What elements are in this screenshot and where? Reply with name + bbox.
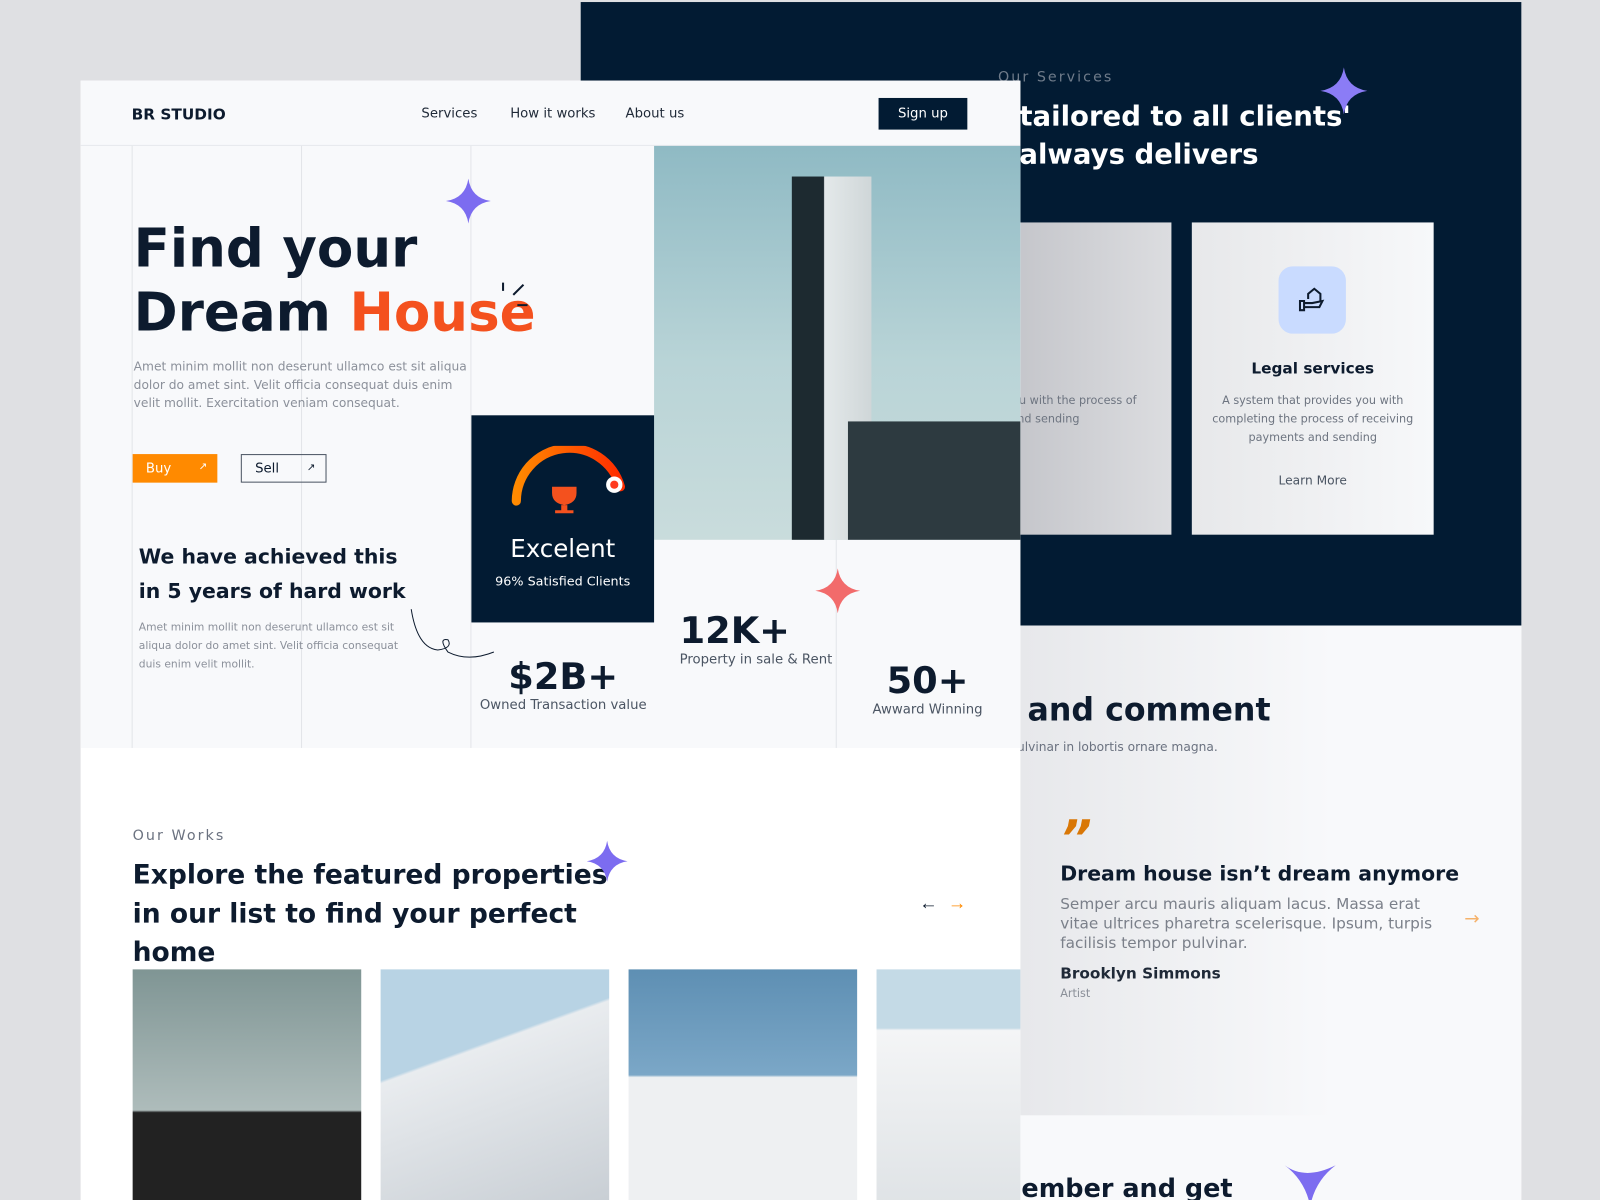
sparkle-icon (815, 568, 861, 614)
works-eyebrow: Our Works (132, 827, 226, 844)
building-photo (654, 145, 1021, 540)
services-title: tailored to all clients' always delivers (1019, 101, 1351, 171)
stat-transaction: $2B+ Owned Transaction value (477, 656, 650, 713)
works-title: Explore the featured properties in our l… (132, 860, 608, 969)
sell-button[interactable]: Sell ↗ (240, 454, 327, 483)
achievement-title: We have achieved this in 5 years of hard… (138, 543, 406, 604)
comments-subtitle: pulvinar in lobortis ornare magna. (1009, 739, 1218, 755)
stat-awards: 50+ Awward Winning (866, 660, 988, 717)
sparkle-icon (445, 178, 491, 224)
achievement-text: Amet minim mollit non deserunt ullamco e… (138, 621, 399, 671)
rating-subtitle: 96% Satisfied Clients (495, 573, 631, 589)
logo[interactable]: BR STUDIO (132, 105, 226, 123)
hero-title-line2: Dream (133, 282, 350, 344)
stat-value: $2B+ (508, 656, 619, 698)
stat-label: Awward Winning (872, 702, 983, 718)
nav-services[interactable]: Services (421, 106, 477, 121)
stat-label: Owned Transaction value (479, 697, 647, 714)
lower-buildings (847, 421, 1021, 540)
arrow-up-right-icon: ↗ (306, 462, 316, 474)
property-photo[interactable] (876, 969, 1021, 1200)
property-photo[interactable] (628, 969, 858, 1200)
learn-more-link[interactable]: Learn More (1192, 473, 1434, 487)
grid-line (131, 145, 133, 748)
property-photo[interactable] (132, 969, 362, 1200)
quote-title: Dream house isn’t dream anymore (1060, 861, 1460, 886)
gauge-trophy-icon (511, 445, 625, 514)
hero-paragraph: Amet minim mollit non deserunt ullamco e… (133, 359, 467, 411)
sell-label: Sell (255, 460, 280, 477)
rating-title: Excelent (510, 534, 616, 564)
navbar: BR STUDIO Services How it works About us… (80, 80, 1021, 146)
nav-about-us[interactable]: About us (626, 106, 685, 121)
rating-card: Excelent 96% Satisfied Clients (471, 415, 655, 623)
stat-value: 12K+ (679, 610, 790, 653)
property-photo[interactable] (380, 969, 610, 1200)
service-card-legal[interactable]: Legal services A system that provides yo… (1191, 222, 1434, 535)
member-title: ember and get (1021, 1173, 1233, 1200)
quote-icon: ” (1060, 810, 1092, 868)
buy-button[interactable]: Buy ↗ (132, 454, 218, 483)
quote-body: Semper arcu mauris aliquam lacus. Massa … (1060, 894, 1433, 953)
hand-house-icon (1278, 266, 1346, 334)
spark-lines-icon (502, 282, 528, 307)
sign-up-button[interactable]: Sign up (878, 97, 968, 130)
carousel-prev-button[interactable]: ← (919, 893, 937, 914)
card-title: Legal services (1251, 359, 1375, 378)
next-testimonial-arrow-icon[interactable]: → (1464, 908, 1479, 929)
hero-title: Find your Dream House (134, 217, 536, 346)
sparkle-icon (1284, 1165, 1336, 1200)
comments-title: and comment (1027, 691, 1271, 729)
hero-title-line1: Find your (133, 218, 418, 280)
quote-author: Brooklyn Simmons (1060, 964, 1221, 983)
buy-label: Buy (145, 460, 172, 477)
stat-label: Property in sale & Rent (679, 652, 833, 668)
home-page: BR STUDIO Services How it works About us… (80, 80, 1021, 1200)
card-desc: A system that provides you with completi… (1212, 393, 1414, 444)
arrow-up-right-icon: ↗ (198, 461, 208, 473)
carousel-next-button[interactable]: → (948, 893, 966, 914)
stat-value: 50+ (886, 660, 969, 703)
nav-how-it-works[interactable]: How it works (510, 106, 595, 121)
stat-property: 12K+ Property in sale & Rent (680, 610, 833, 667)
sparkle-icon (586, 840, 628, 882)
hero-section: Find your Dream House Amet minim mollit n… (80, 145, 1021, 748)
quote-author-role: Artist (1060, 986, 1091, 1000)
sparkle-icon (1320, 67, 1368, 115)
